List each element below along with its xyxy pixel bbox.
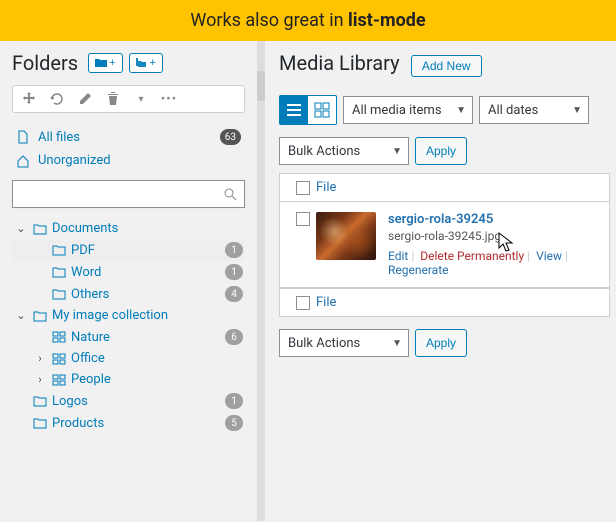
resize-handle[interactable] [257, 71, 265, 101]
tree-word[interactable]: Word 1 [12, 261, 245, 283]
caret-right-icon[interactable]: › [33, 373, 47, 386]
trash-icon[interactable] [105, 91, 121, 107]
new-folder-button[interactable]: + [88, 53, 122, 73]
media-table: File sergio-rola-39245 sergio-rola-39245… [279, 173, 610, 317]
folders-sidebar: Folders + + ▾ ••• All files 63 [0, 41, 265, 521]
tree-label: Others [71, 287, 109, 302]
tree-label: Documents [52, 221, 118, 236]
tree-documents[interactable]: ⌄ Documents [12, 218, 245, 239]
home-icon [16, 154, 30, 168]
unorganized-label: Unorganized [38, 153, 111, 168]
folder-tree: ⌄ Documents PDF 1 Word 1 Others 4 [12, 218, 245, 434]
folder-icon [33, 222, 47, 236]
thumbnail[interactable] [316, 212, 376, 260]
gallery-icon [52, 373, 66, 387]
media-title: Media Library [279, 51, 400, 75]
folder-toolbar: ▾ ••• [12, 85, 245, 113]
tree-label: My image collection [52, 308, 168, 323]
caret-right-icon[interactable]: › [33, 352, 47, 365]
caret-down-icon[interactable]: ⌄ [14, 222, 28, 235]
all-files-count: 63 [220, 129, 241, 145]
view-toggle [279, 95, 337, 125]
table-footer: File [280, 288, 609, 316]
edit-icon[interactable] [77, 91, 93, 107]
filter-date-select[interactable]: All dates [479, 96, 589, 124]
add-new-button[interactable]: Add New [411, 55, 482, 77]
row-actions: Edit| Delete Permanently| View| Regenera… [388, 249, 599, 277]
apply-button-top[interactable]: Apply [415, 137, 467, 165]
tree-office[interactable]: › Office [12, 348, 245, 369]
file-name: sergio-rola-39245.jpg [388, 229, 599, 243]
bulk-actions-select[interactable]: Bulk Actions [279, 137, 409, 165]
folder-icon [95, 58, 107, 68]
view-link[interactable]: View [536, 249, 562, 263]
tree-label: People [71, 372, 111, 387]
tree-count: 1 [225, 393, 243, 409]
caret-down-icon[interactable]: ⌄ [14, 309, 28, 322]
tree-label: Office [71, 351, 105, 366]
tree-label: Nature [71, 330, 110, 345]
tree-label: Logos [52, 394, 88, 409]
plus-label: + [109, 57, 115, 69]
list-view-button[interactable] [280, 96, 308, 124]
new-subfolder-button[interactable]: + [129, 53, 163, 73]
table-header: File [280, 174, 609, 202]
banner-bold: list-mode [348, 10, 426, 31]
regenerate-link[interactable]: Regenerate [388, 263, 449, 277]
move-icon[interactable] [21, 91, 37, 107]
promo-banner: Works also great in list-mode [0, 0, 616, 41]
tree-count: 1 [225, 264, 243, 280]
tree-pdf[interactable]: PDF 1 [12, 239, 245, 261]
delete-link[interactable]: Delete Permanently [420, 249, 524, 263]
grid-view-button[interactable] [308, 96, 336, 124]
tree-products[interactable]: Products 5 [12, 412, 245, 434]
bulk-actions-select-bottom[interactable]: Bulk Actions [279, 329, 409, 357]
folder-icon [52, 265, 66, 279]
tree-nature[interactable]: Nature 6 [12, 326, 245, 348]
tree-count: 4 [225, 286, 243, 302]
folder-icon [33, 416, 47, 430]
file-title[interactable]: sergio-rola-39245 [388, 212, 599, 227]
tree-count: 5 [225, 415, 243, 431]
plus-label: + [150, 57, 156, 69]
select-all-checkbox-bottom[interactable] [296, 296, 310, 310]
tree-logos[interactable]: Logos 1 [12, 390, 245, 412]
all-files-label: All files [38, 130, 80, 145]
chevron-down-icon[interactable]: ▾ [133, 91, 149, 107]
filter-type-select[interactable]: All media items [343, 96, 473, 124]
tree-label: Products [52, 416, 104, 431]
edit-link[interactable]: Edit [388, 249, 408, 263]
folder-icon [52, 287, 66, 301]
folder-icon [52, 243, 66, 257]
row-checkbox[interactable] [296, 212, 310, 226]
col-file[interactable]: File [316, 180, 336, 195]
refresh-icon[interactable] [49, 91, 65, 107]
tree-count: 6 [225, 329, 243, 345]
apply-button-bottom[interactable]: Apply [415, 329, 467, 357]
all-files-link[interactable]: All files 63 [12, 125, 245, 149]
tree-people[interactable]: › People [12, 369, 245, 390]
col-file-bottom[interactable]: File [316, 295, 336, 310]
search-input[interactable] [13, 181, 216, 207]
unorganized-link[interactable]: Unorganized [12, 149, 245, 172]
tree-others[interactable]: Others 4 [12, 283, 245, 305]
table-row[interactable]: sergio-rola-39245 sergio-rola-39245.jpg … [280, 202, 609, 288]
banner-prefix: Works also great in [190, 10, 348, 31]
more-icon[interactable]: ••• [161, 91, 177, 107]
folder-icon [33, 394, 47, 408]
folders-title: Folders [12, 51, 78, 75]
search-icon [216, 181, 244, 207]
tree-label: Word [71, 265, 101, 280]
file-icon [16, 130, 30, 144]
tree-label: PDF [71, 243, 95, 258]
gallery-icon [52, 352, 66, 366]
media-library-panel: Media Library Add New All media items Al… [265, 41, 616, 521]
tree-count: 1 [225, 242, 243, 258]
folder-search[interactable] [12, 180, 245, 208]
subfolder-icon [136, 58, 148, 68]
gallery-icon [52, 330, 66, 344]
folder-icon [33, 309, 47, 323]
tree-my-image-collection[interactable]: ⌄ My image collection [12, 305, 245, 326]
select-all-checkbox[interactable] [296, 181, 310, 195]
